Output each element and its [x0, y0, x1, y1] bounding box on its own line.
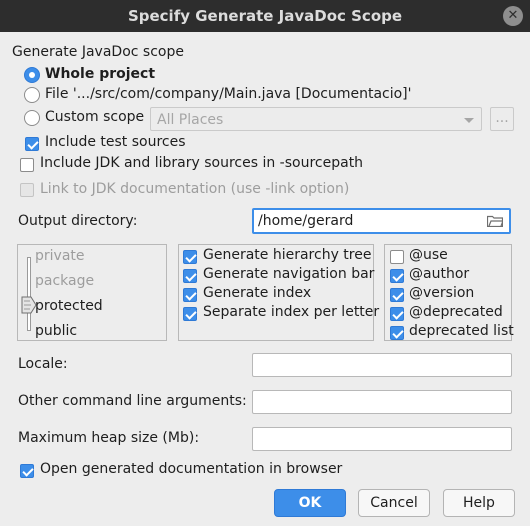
close-icon: ✕	[507, 8, 519, 23]
navigation-bar-checkbox[interactable]	[183, 269, 197, 283]
close-button[interactable]: ✕	[503, 6, 523, 26]
title-bar: Specify Generate JavaDoc Scope ✕	[0, 0, 530, 32]
visibility-private[interactable]: private	[35, 248, 85, 264]
author-tag-label[interactable]: @author	[409, 266, 469, 282]
visibility-panel: private package protected public	[17, 244, 167, 341]
output-directory-label: Output directory:	[18, 213, 138, 229]
output-directory-value: /home/gerard	[258, 213, 354, 229]
scope-group-label: Generate JavaDoc scope	[12, 44, 184, 60]
cancel-button[interactable]: Cancel	[358, 489, 430, 517]
visibility-protected[interactable]: protected	[35, 298, 103, 314]
open-browser-label[interactable]: Open generated documentation in browser	[40, 461, 342, 477]
whole-project-radio[interactable]	[24, 67, 40, 83]
other-args-input[interactable]	[252, 390, 512, 414]
ok-button[interactable]: OK	[274, 489, 346, 517]
locale-input[interactable]	[252, 353, 512, 377]
chevron-down-icon	[464, 118, 474, 123]
link-jdk-checkbox	[20, 183, 34, 197]
tags-panel: @use @author @version @deprecated deprec…	[384, 244, 514, 341]
separate-index-label[interactable]: Separate index per letter	[203, 304, 379, 320]
use-tag-label[interactable]: @use	[409, 247, 448, 263]
open-browser-checkbox[interactable]	[20, 464, 34, 478]
custom-scope-value: All Places	[157, 112, 224, 128]
whole-project-label[interactable]: Whole project	[45, 66, 155, 82]
version-tag-label[interactable]: @version	[409, 285, 474, 301]
hierarchy-tree-checkbox[interactable]	[183, 250, 197, 264]
version-tag-checkbox[interactable]	[390, 288, 404, 302]
custom-scope-dropdown[interactable]: All Places	[150, 107, 482, 131]
locale-label: Locale:	[18, 356, 68, 372]
custom-scope-label[interactable]: Custom scope	[45, 109, 144, 125]
deprecated-tag-checkbox[interactable]	[390, 307, 404, 321]
navigation-bar-label[interactable]: Generate navigation bar	[203, 266, 374, 282]
browse-scope-button[interactable]: ...	[490, 107, 514, 131]
link-jdk-label: Link to JDK documentation (use -link opt…	[40, 181, 350, 197]
author-tag-checkbox[interactable]	[390, 269, 404, 283]
include-test-sources-label[interactable]: Include test sources	[45, 134, 186, 150]
visibility-slider-track[interactable]	[27, 257, 31, 331]
hierarchy-tree-label[interactable]: Generate hierarchy tree	[203, 247, 371, 263]
max-heap-input[interactable]	[252, 427, 512, 451]
other-args-label: Other command line arguments:	[18, 393, 247, 409]
generate-index-checkbox[interactable]	[183, 288, 197, 302]
deprecated-list-checkbox[interactable]	[390, 326, 404, 340]
visibility-package[interactable]: package	[35, 273, 94, 289]
visibility-public[interactable]: public	[35, 323, 77, 339]
file-label[interactable]: File '.../src/com/company/Main.java [Doc…	[45, 86, 412, 102]
folder-icon[interactable]	[487, 215, 503, 227]
window-title: Specify Generate JavaDoc Scope	[127, 7, 403, 25]
max-heap-label: Maximum heap size (Mb):	[18, 430, 200, 446]
file-radio[interactable]	[24, 87, 40, 103]
help-button[interactable]: Help	[443, 489, 515, 517]
output-directory-field[interactable]: /home/gerard	[252, 208, 511, 234]
separate-index-checkbox[interactable]	[183, 307, 197, 321]
generate-index-label[interactable]: Generate index	[203, 285, 311, 301]
generate-options-panel: Generate hierarchy tree Generate navigat…	[178, 244, 379, 341]
deprecated-list-label[interactable]: deprecated list	[409, 323, 514, 339]
use-tag-checkbox[interactable]	[390, 250, 404, 264]
include-test-sources-checkbox[interactable]	[25, 137, 39, 151]
deprecated-tag-label[interactable]: @deprecated	[409, 304, 503, 320]
custom-scope-radio[interactable]	[24, 110, 40, 126]
include-jdk-checkbox[interactable]	[20, 158, 34, 172]
include-jdk-label[interactable]: Include JDK and library sources in -sour…	[40, 155, 363, 171]
